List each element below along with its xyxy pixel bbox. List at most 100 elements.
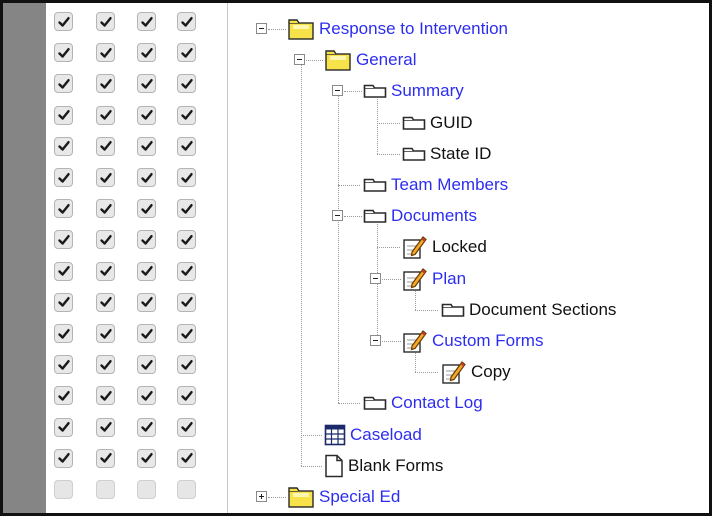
read-checkbox[interactable] <box>54 74 73 94</box>
read-checkbox[interactable] <box>54 261 73 281</box>
delete-checkbox[interactable] <box>177 230 196 250</box>
tree-node-label[interactable]: General <box>356 50 416 70</box>
tree-node[interactable]: State ID <box>402 142 491 166</box>
read-checkbox[interactable] <box>54 105 73 125</box>
add-checkbox[interactable] <box>137 43 156 63</box>
tree-node[interactable]: Response to Intervention <box>287 17 508 41</box>
collapse-toggle[interactable] <box>332 210 343 222</box>
write-checkbox[interactable] <box>96 386 115 406</box>
collapse-toggle[interactable] <box>294 54 305 66</box>
delete-checkbox[interactable] <box>177 168 196 187</box>
tree-node[interactable]: Blank Forms <box>324 454 443 478</box>
read-checkbox[interactable] <box>54 199 73 219</box>
write-checkbox[interactable] <box>96 74 115 94</box>
tree-node-label[interactable]: Special Ed <box>319 487 400 507</box>
delete-checkbox[interactable] <box>177 417 196 437</box>
read-checkbox[interactable] <box>54 324 73 343</box>
read-checkbox[interactable] <box>54 230 73 250</box>
read-checkbox[interactable] <box>54 168 73 187</box>
read-checkbox[interactable] <box>54 43 73 63</box>
expand-toggle[interactable] <box>256 491 267 502</box>
write-checkbox[interactable] <box>96 261 115 281</box>
tree-node-label[interactable]: Response to Intervention <box>319 19 508 39</box>
write-checkbox[interactable] <box>96 168 115 187</box>
write-checkbox[interactable] <box>96 12 115 31</box>
delete-checkbox[interactable] <box>177 324 196 343</box>
write-checkbox[interactable] <box>96 136 115 156</box>
tree-node[interactable]: Custom Forms <box>402 329 543 353</box>
tree-node[interactable]: Documents <box>363 204 477 228</box>
add-checkbox[interactable] <box>137 386 156 406</box>
tree-node[interactable]: Team Members <box>363 173 508 197</box>
add-checkbox[interactable] <box>137 261 156 281</box>
add-checkbox[interactable] <box>137 448 156 468</box>
tree-node[interactable]: Caseload <box>324 423 422 447</box>
delete-checkbox[interactable] <box>177 448 196 468</box>
read-checkbox[interactable] <box>54 386 73 406</box>
write-checkbox[interactable] <box>96 43 115 63</box>
read-checkbox[interactable] <box>54 355 73 375</box>
tree-node[interactable]: Locked <box>402 235 487 260</box>
add-checkbox[interactable] <box>137 74 156 94</box>
read-checkbox[interactable] <box>54 480 73 499</box>
tree-node[interactable]: GUID <box>402 111 473 135</box>
delete-checkbox[interactable] <box>177 261 196 281</box>
write-checkbox[interactable] <box>96 230 115 250</box>
collapse-toggle[interactable] <box>332 85 343 97</box>
tree-node[interactable]: Document Sections <box>441 298 616 322</box>
collapse-toggle[interactable] <box>256 23 267 34</box>
read-checkbox[interactable] <box>54 417 73 437</box>
tree-node[interactable]: Copy <box>441 360 511 384</box>
tree-node-label[interactable]: Plan <box>432 269 466 289</box>
tree-node-label[interactable]: Summary <box>391 81 464 101</box>
write-checkbox[interactable] <box>96 448 115 468</box>
delete-checkbox[interactable] <box>177 355 196 375</box>
delete-checkbox[interactable] <box>177 386 196 406</box>
delete-checkbox[interactable] <box>177 480 196 499</box>
add-checkbox[interactable] <box>137 12 156 31</box>
delete-checkbox[interactable] <box>177 292 196 312</box>
add-checkbox[interactable] <box>137 355 156 375</box>
add-checkbox[interactable] <box>137 136 156 156</box>
read-checkbox[interactable] <box>54 12 73 31</box>
tree-node[interactable]: Special Ed <box>287 485 400 509</box>
delete-checkbox[interactable] <box>177 12 196 31</box>
tree-node-label[interactable]: Team Members <box>391 175 508 195</box>
tree-connector <box>382 278 401 280</box>
delete-checkbox[interactable] <box>177 74 196 94</box>
add-checkbox[interactable] <box>137 168 156 187</box>
tree-node-label[interactable]: Documents <box>391 206 477 226</box>
read-checkbox[interactable] <box>54 448 73 468</box>
collapse-toggle[interactable] <box>370 272 381 284</box>
tree-node-label[interactable]: Contact Log <box>391 393 483 413</box>
add-checkbox[interactable] <box>137 480 156 499</box>
tab-icon <box>441 303 465 317</box>
write-checkbox[interactable] <box>96 355 115 375</box>
tree-node[interactable]: Summary <box>363 79 464 103</box>
write-checkbox[interactable] <box>96 480 115 499</box>
read-checkbox[interactable] <box>54 292 73 312</box>
collapse-toggle[interactable] <box>370 335 381 346</box>
read-checkbox[interactable] <box>54 136 73 156</box>
write-checkbox[interactable] <box>96 417 115 437</box>
add-checkbox[interactable] <box>137 105 156 125</box>
delete-checkbox[interactable] <box>177 136 196 156</box>
add-checkbox[interactable] <box>137 230 156 250</box>
tree-node[interactable]: Plan <box>402 267 466 291</box>
delete-checkbox[interactable] <box>177 105 196 125</box>
minus-sign-icon <box>335 215 340 217</box>
add-checkbox[interactable] <box>137 199 156 219</box>
delete-checkbox[interactable] <box>177 43 196 63</box>
tree-node[interactable]: General <box>324 48 416 72</box>
tree-node-label[interactable]: Custom Forms <box>432 331 543 351</box>
delete-checkbox[interactable] <box>177 199 196 219</box>
tree-node[interactable]: Contact Log <box>363 391 483 415</box>
write-checkbox[interactable] <box>96 324 115 343</box>
add-checkbox[interactable] <box>137 417 156 437</box>
tree-node-label[interactable]: Caseload <box>350 425 422 445</box>
write-checkbox[interactable] <box>96 292 115 312</box>
add-checkbox[interactable] <box>137 324 156 343</box>
add-checkbox[interactable] <box>137 292 156 312</box>
write-checkbox[interactable] <box>96 105 115 125</box>
write-checkbox[interactable] <box>96 199 115 219</box>
